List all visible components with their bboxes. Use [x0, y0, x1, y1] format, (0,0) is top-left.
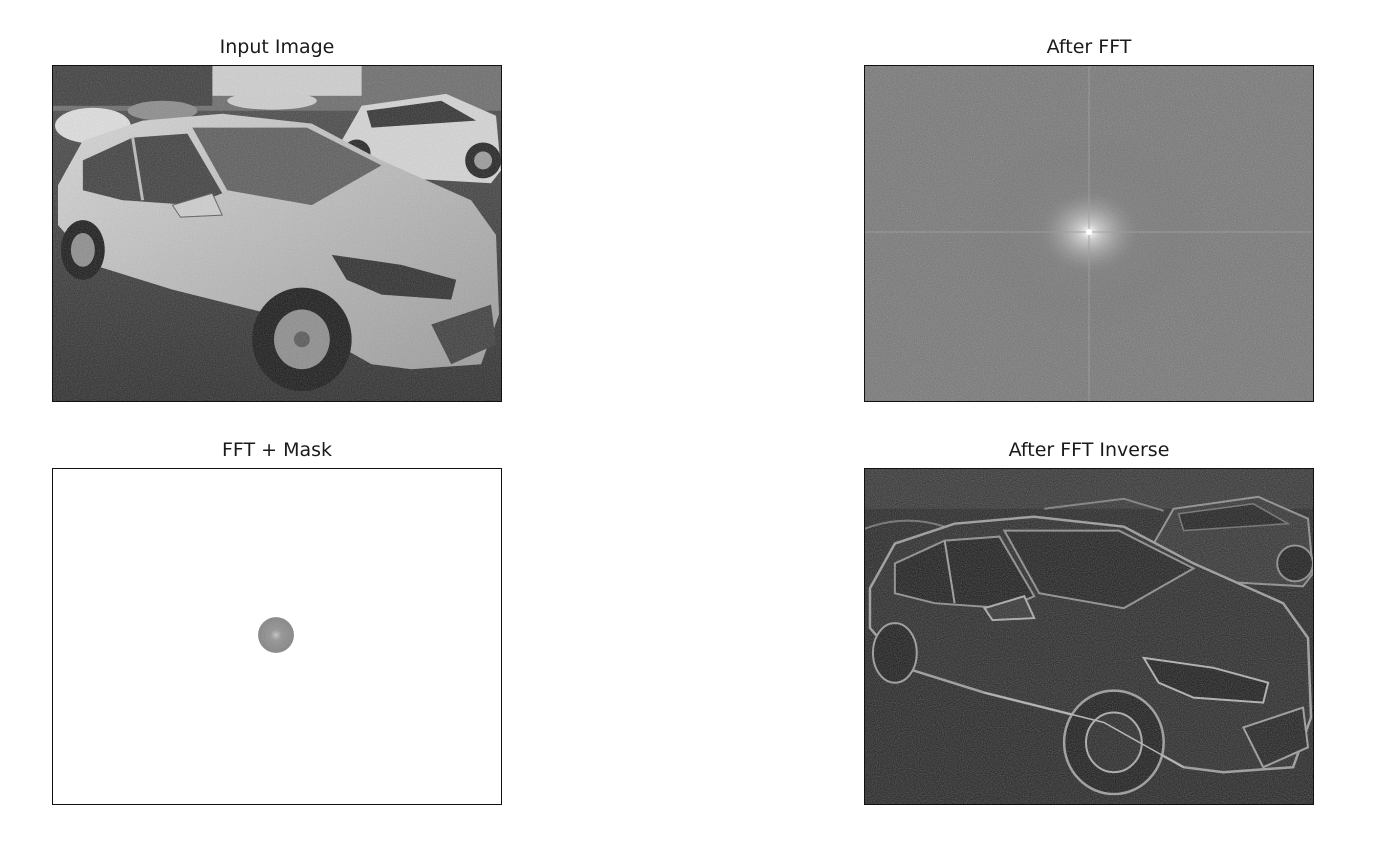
- fft-spectrum-image: [865, 66, 1313, 401]
- panel-after-fft-inverse: After FFT Inverse: [864, 439, 1314, 805]
- after-fft-inverse-axes: [864, 468, 1314, 805]
- figure: Input Image After FFT FFT + Mask After F…: [0, 0, 1394, 864]
- panel-fft-mask: FFT + Mask: [52, 439, 502, 805]
- panel-title: FFT + Mask: [221, 439, 333, 461]
- panel-input-image: Input Image: [52, 36, 502, 402]
- panel-title: After FFT: [1046, 36, 1132, 58]
- input-image-axes: [52, 65, 502, 402]
- after-fft-axes: [864, 65, 1314, 402]
- input-image: [53, 66, 501, 401]
- panel-title: Input Image: [219, 36, 335, 58]
- panel-after-fft: After FFT: [864, 36, 1314, 402]
- panel-title: After FFT Inverse: [1008, 439, 1170, 461]
- masked-spectrum-image: [53, 469, 501, 804]
- fft-mask-axes: [52, 468, 502, 805]
- inverse-fft-image: [865, 469, 1313, 804]
